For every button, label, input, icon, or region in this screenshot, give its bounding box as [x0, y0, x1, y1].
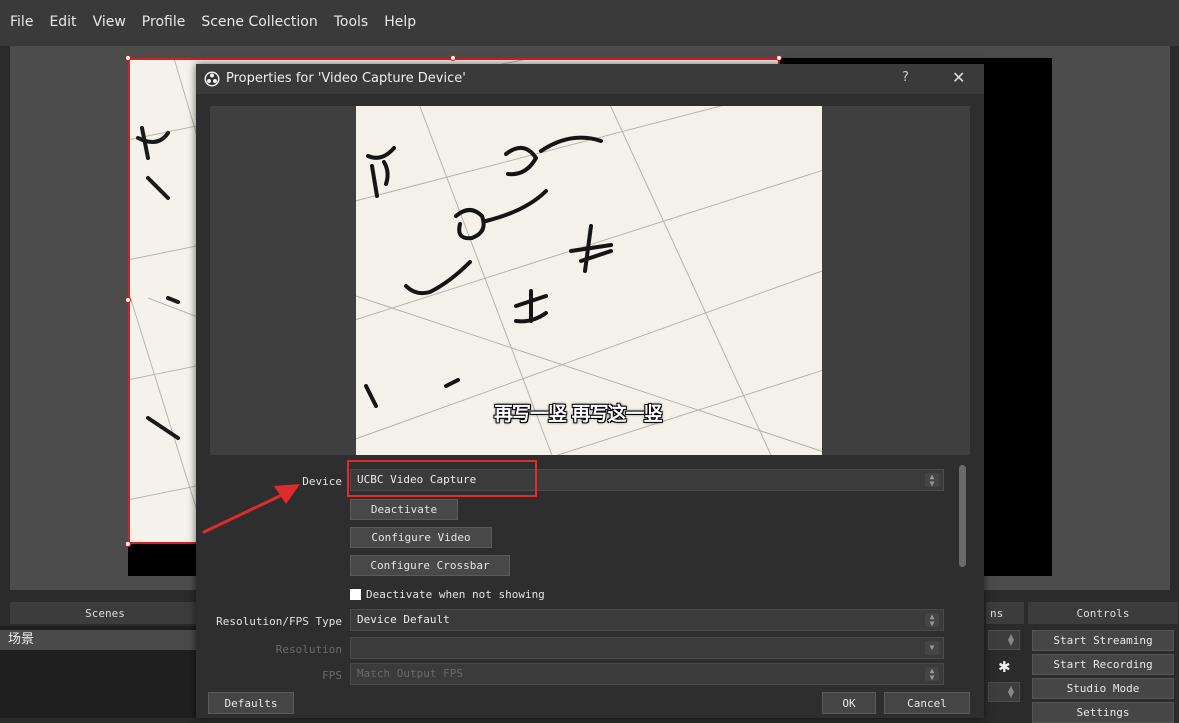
- resize-handle-top-left[interactable]: [125, 55, 131, 61]
- resolution-dropdown[interactable]: ▼: [350, 637, 944, 659]
- properties-form: Device UCBC Video Capture ▲ ▼ Deactivate …: [196, 460, 984, 686]
- device-preview: 再写一竖 再写这一竖: [210, 106, 970, 455]
- menu-profile[interactable]: Profile: [142, 14, 186, 30]
- scenes-dock-title: Scenes: [10, 602, 200, 624]
- dropdown-arrows-icon: ▲ ▼: [925, 613, 939, 628]
- resolution-label: Resolution: [275, 643, 342, 656]
- device-value: UCBC Video Capture: [357, 473, 477, 486]
- dialog-title-bar[interactable]: Properties for 'Video Capture Device' ? …: [196, 64, 984, 94]
- resize-handle-left[interactable]: [125, 297, 131, 303]
- menu-edit[interactable]: Edit: [49, 14, 76, 30]
- menu-help[interactable]: Help: [384, 14, 416, 30]
- controls-dock-title: Controls: [1028, 602, 1178, 624]
- menu-file[interactable]: File: [10, 14, 33, 30]
- start-streaming-button[interactable]: Start Streaming: [1032, 630, 1174, 651]
- resolution-fps-value: Device Default: [357, 613, 450, 626]
- deactivate-button[interactable]: Deactivate: [350, 499, 458, 520]
- device-dropdown[interactable]: UCBC Video Capture ▲ ▼: [350, 469, 944, 491]
- menu-bar: File Edit View Profile Scene Collection …: [0, 0, 1179, 46]
- resolution-fps-label: Resolution/FPS Type: [216, 615, 342, 628]
- scrollbar-thumb[interactable]: [959, 465, 966, 567]
- chevron-down-icon: ▼: [925, 641, 939, 655]
- video-preview: 再写一竖 再写这一竖: [356, 106, 822, 455]
- video-subtitle: 再写一竖 再写这一竖: [494, 403, 663, 425]
- menu-tools[interactable]: Tools: [334, 14, 369, 30]
- fps-dropdown[interactable]: Match Output FPS ▲ ▼: [350, 663, 944, 685]
- deactivate-when-hidden-checkbox[interactable]: [350, 589, 361, 600]
- deactivate-when-hidden-row[interactable]: Deactivate when not showing: [350, 588, 545, 601]
- fps-value: Match Output FPS: [357, 667, 463, 680]
- close-icon[interactable]: ✕: [952, 68, 965, 87]
- studio-mode-button[interactable]: Studio Mode: [1032, 678, 1174, 699]
- settings-button[interactable]: Settings: [1032, 702, 1174, 723]
- cancel-button[interactable]: Cancel: [884, 692, 970, 714]
- spin-arrows-icon: ▲ ▼: [1007, 632, 1015, 647]
- duration-spinbox[interactable]: ▲ ▼: [988, 630, 1020, 650]
- start-recording-button[interactable]: Start Recording: [1032, 654, 1174, 675]
- properties-dialog: Properties for 'Video Capture Device' ? …: [196, 64, 984, 718]
- resize-handle-top-right[interactable]: [776, 55, 782, 61]
- resolution-fps-dropdown[interactable]: Device Default ▲ ▼: [350, 609, 944, 631]
- dialog-footer: Defaults OK Cancel: [196, 688, 984, 718]
- ok-button[interactable]: OK: [822, 692, 876, 714]
- gear-icon[interactable]: ✱: [998, 658, 1011, 676]
- resize-handle-bottom-left[interactable]: [125, 541, 131, 547]
- defaults-button[interactable]: Defaults: [208, 692, 294, 714]
- dropdown-arrows-icon: ▲ ▼: [925, 667, 939, 682]
- deactivate-when-hidden-label: Deactivate when not showing: [366, 588, 545, 601]
- fps-label: FPS: [322, 669, 342, 682]
- device-label: Device: [302, 475, 342, 488]
- dialog-title: Properties for 'Video Capture Device': [226, 71, 466, 86]
- transition-spinbox[interactable]: ▲ ▼: [988, 682, 1020, 702]
- dropdown-arrows-icon: ▲ ▼: [925, 473, 939, 488]
- configure-crossbar-button[interactable]: Configure Crossbar: [350, 555, 510, 576]
- help-button[interactable]: ?: [902, 70, 909, 85]
- menu-scene-collection[interactable]: Scene Collection: [201, 14, 317, 30]
- scene-item[interactable]: 场景: [0, 630, 200, 650]
- spin-arrows-icon: ▲ ▼: [1007, 684, 1015, 699]
- configure-video-button[interactable]: Configure Video: [350, 527, 492, 548]
- transitions-dock-title: ns: [986, 602, 1024, 624]
- properties-scrollbar[interactable]: [958, 461, 968, 686]
- resize-handle-top[interactable]: [450, 55, 456, 61]
- menu-view[interactable]: View: [93, 14, 126, 30]
- obs-logo-icon: [204, 71, 220, 87]
